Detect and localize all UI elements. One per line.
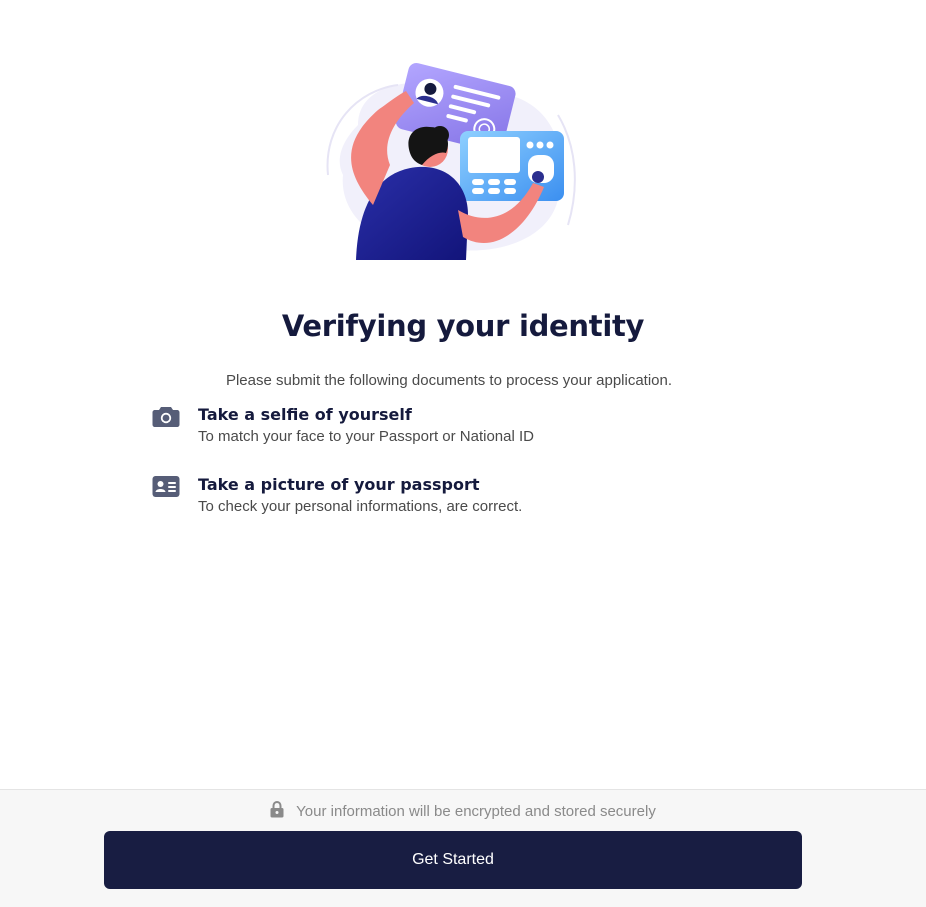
secure-note-text: Your information will be encrypted and s… bbox=[296, 803, 656, 820]
step-title: Take a selfie of yourself bbox=[198, 405, 412, 424]
lock-icon bbox=[270, 801, 284, 818]
get-started-button[interactable]: Get Started bbox=[104, 831, 802, 889]
step-passport: Take a picture of your passport To check… bbox=[152, 475, 752, 521]
intro-text: Please submit the following documents to… bbox=[225, 372, 673, 389]
step-description: To check your personal informations, are… bbox=[198, 498, 523, 515]
step-description: To match your face to your Passport or N… bbox=[198, 428, 534, 445]
page-title: Verifying your identity bbox=[281, 309, 645, 343]
step-title: Take a picture of your passport bbox=[198, 475, 480, 494]
footer: Your information will be encrypted and s… bbox=[0, 789, 926, 907]
step-selfie: Take a selfie of yourself To match your … bbox=[152, 405, 752, 451]
camera-icon bbox=[152, 407, 180, 427]
id-card-icon bbox=[152, 476, 180, 497]
identity-verification-illustration bbox=[326, 62, 576, 260]
identity-verification-page: Verifying your identity Please submit th… bbox=[0, 0, 926, 907]
secure-note: Your information will be encrypted and s… bbox=[0, 801, 926, 820]
